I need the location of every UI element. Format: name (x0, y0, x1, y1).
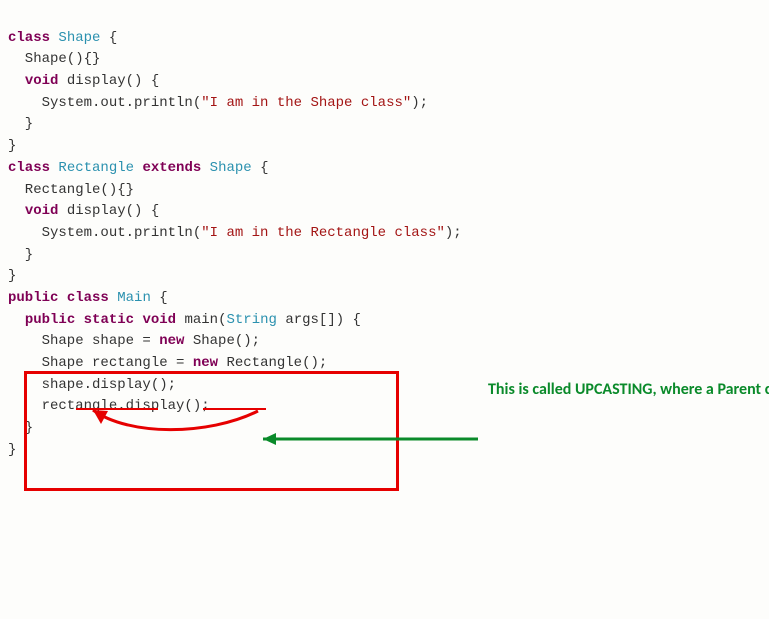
string-literal: "I am in the Shape class" (201, 95, 411, 111)
annotation-text: This is called UPCASTING, where a Parent… (488, 379, 748, 401)
kw-void: void (25, 73, 59, 89)
type-shape: Shape (58, 30, 100, 46)
string-literal: "I am in the Rectangle class" (201, 225, 445, 241)
kw-public: public (8, 290, 58, 306)
kw-new: new (159, 333, 184, 349)
code-block: class Shape { Shape(){} void display() {… (8, 6, 761, 613)
type-string: String (227, 312, 277, 328)
ctor-shape: Shape(){} (8, 49, 761, 71)
kw-static: static (84, 312, 134, 328)
kw-extends: extends (142, 160, 201, 176)
type-main: Main (117, 290, 151, 306)
kw-class: class (8, 160, 50, 176)
type-rectangle: Rectangle (58, 160, 134, 176)
kw-class: class (8, 30, 50, 46)
ctor-rectangle: Rectangle(){} (8, 180, 761, 202)
highlight-box (24, 371, 399, 491)
